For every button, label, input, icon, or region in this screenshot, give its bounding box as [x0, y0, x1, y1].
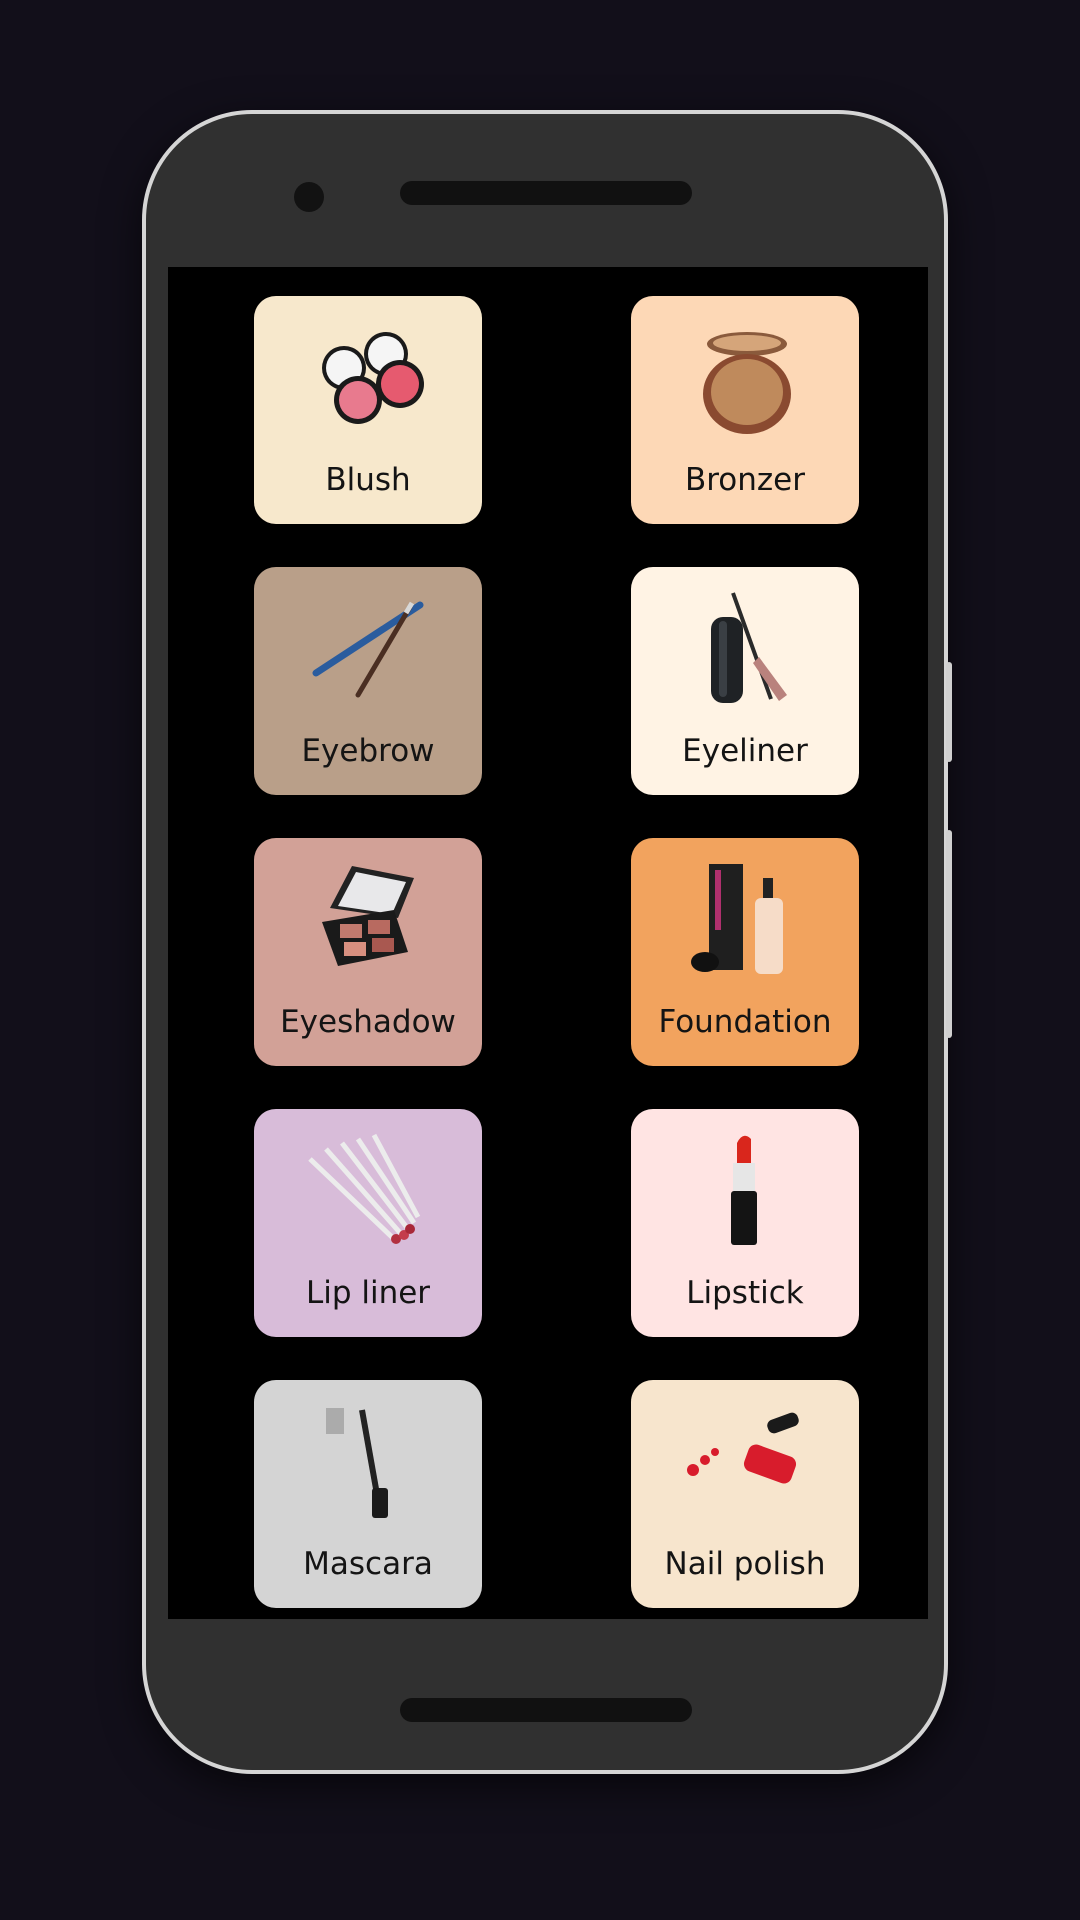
category-tile-mascara[interactable]: Mascara	[254, 1380, 482, 1608]
lip-liner-pencils-icon	[308, 1133, 421, 1244]
category-label: Lipstick	[686, 1275, 804, 1311]
category-tile-bronzer[interactable]: Bronzer	[631, 296, 859, 524]
eyeliner-icon	[711, 592, 787, 703]
bronzer-compact-icon	[703, 332, 791, 434]
category-tile-eyeliner[interactable]: Eyeliner	[631, 567, 859, 795]
category-label: Bronzer	[684, 462, 806, 498]
eyeshadow-palette-icon	[322, 866, 414, 966]
power-button	[946, 830, 952, 1038]
blush-compact-icon	[322, 332, 424, 424]
category-tile-nail-polish[interactable]: Nail polish	[631, 1380, 859, 1608]
category-label: Eyebrow	[301, 733, 435, 769]
category-label: Lip liner	[305, 1275, 431, 1311]
front-camera	[294, 182, 324, 212]
category-label: Eyeshadow	[280, 1004, 456, 1040]
category-grid: Blush Bronzer Eyebrow Eyeliner Eyeshadow…	[168, 267, 928, 1619]
category-label: Foundation	[658, 1004, 832, 1040]
foundation-bottle-icon	[691, 864, 783, 974]
category-tile-lip-liner[interactable]: Lip liner	[254, 1109, 482, 1337]
volume-button	[946, 662, 952, 762]
lipstick-icon	[731, 1135, 757, 1245]
category-label: Eyeliner	[682, 733, 808, 769]
phone-frame: Blush Bronzer Eyebrow Eyeliner Eyeshadow…	[142, 110, 952, 1774]
app-screen: Blush Bronzer Eyebrow Eyeliner Eyeshadow…	[168, 267, 928, 1619]
category-tile-foundation[interactable]: Foundation	[631, 838, 859, 1066]
top-speaker	[400, 181, 692, 205]
category-label: Nail polish	[664, 1546, 826, 1582]
eyebrow-pencil-icon	[312, 601, 424, 698]
category-tile-eyeshadow[interactable]: Eyeshadow	[254, 838, 482, 1066]
category-label: Blush	[325, 462, 411, 498]
bottom-speaker	[400, 1698, 692, 1722]
category-tile-eyebrow[interactable]: Eyebrow	[254, 567, 482, 795]
category-tile-blush[interactable]: Blush	[254, 296, 482, 524]
category-tile-lipstick[interactable]: Lipstick	[631, 1109, 859, 1337]
mascara-wand-icon	[326, 1408, 388, 1518]
nail-polish-bottle-icon	[687, 1412, 799, 1484]
category-label: Mascara	[303, 1546, 433, 1582]
